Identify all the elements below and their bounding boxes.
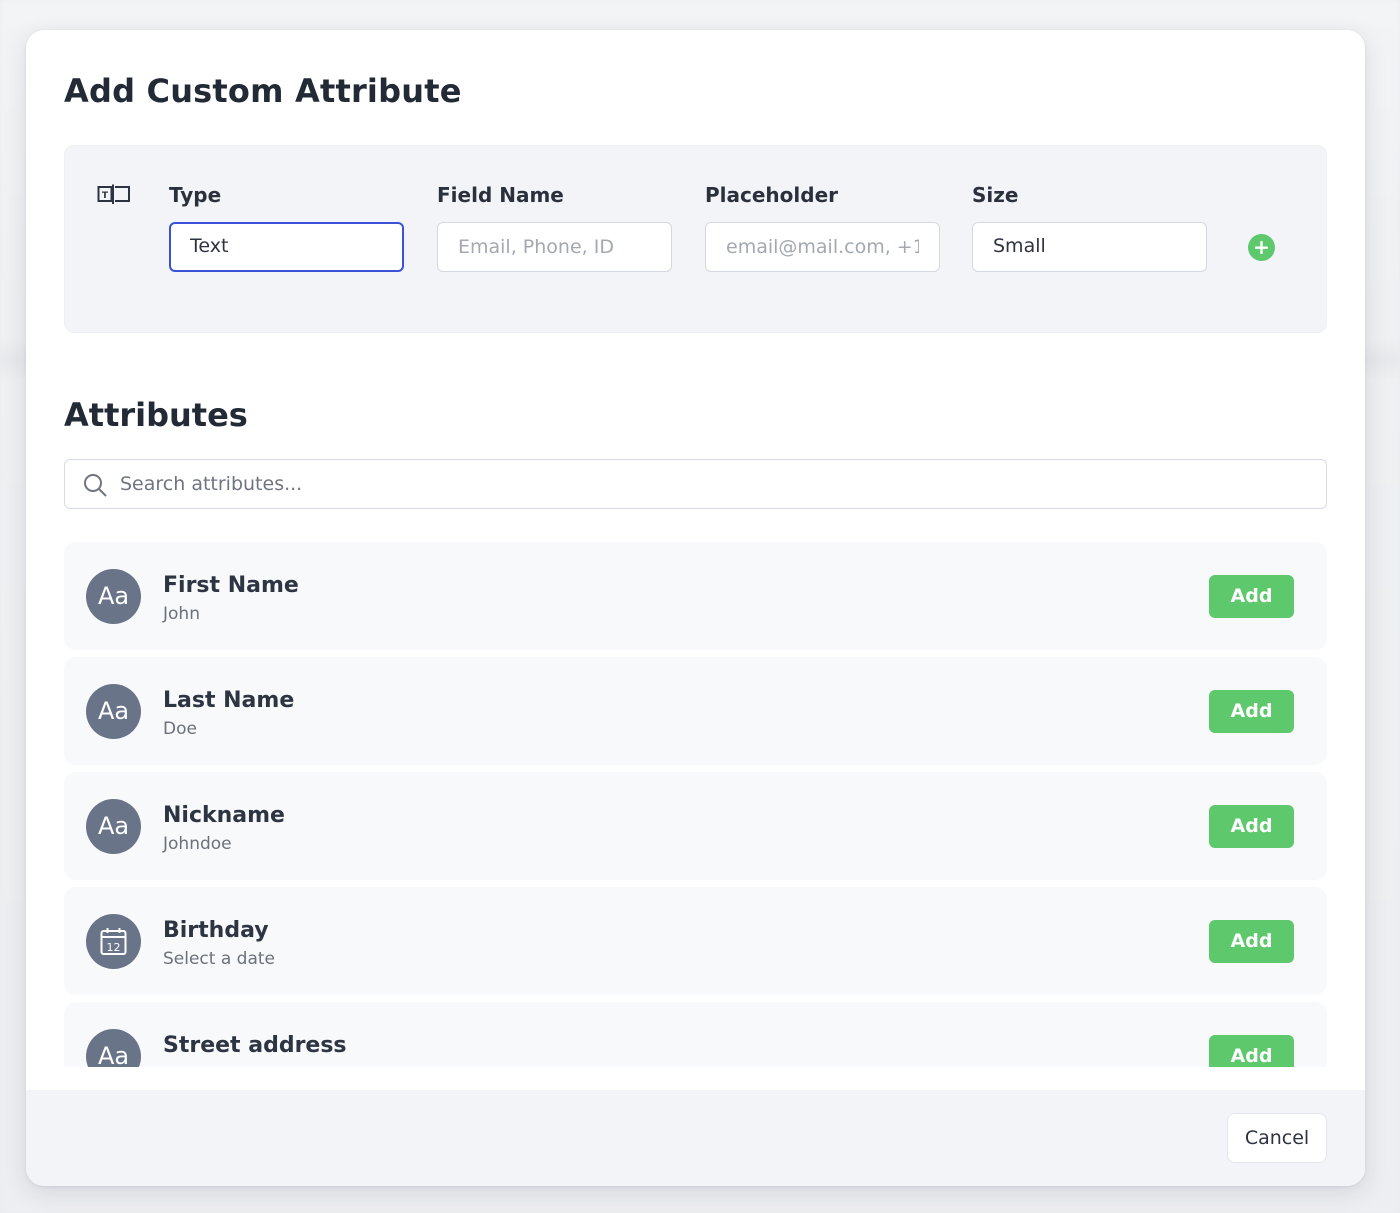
item-subtitle: John [163,604,200,624]
list-item: Aa Last Name Doe Add [64,657,1327,765]
search-icon [84,474,107,497]
add-custom-attribute-modal: Add Custom Attribute T Type Text Field N… [26,30,1365,1186]
list-item: Aa Nickname Johndoe Add [64,772,1327,880]
add-button[interactable]: Add [1209,920,1294,963]
search-input[interactable] [120,460,1310,507]
size-label: Size [972,183,1019,207]
item-subtitle: Johndoe [163,834,232,854]
add-button[interactable]: Add [1209,575,1294,618]
item-subtitle: Select a date [163,949,276,969]
text-field-icon: T [97,184,130,204]
type-input[interactable]: Text [169,222,404,272]
attributes-title: Attributes [64,396,248,434]
text-type-icon: Aa [86,799,141,854]
text-type-icon: Aa [86,684,141,739]
text-type-icon: Aa [86,1029,141,1067]
add-button[interactable]: Add [1209,1035,1294,1067]
modal-footer: Cancel [26,1090,1365,1186]
list-item: 12 Birthday Select a date Add [64,887,1327,995]
item-title: First Name [163,573,299,598]
modal-title: Add Custom Attribute [64,72,462,110]
placeholder-input[interactable] [705,222,940,272]
calendar-icon-avatar: 12 [86,914,141,969]
add-field-button[interactable]: + [1248,234,1275,261]
plus-icon: + [1253,235,1270,259]
cancel-button[interactable]: Cancel [1227,1113,1327,1163]
list-item: Aa Street address Add [64,1002,1327,1067]
add-button[interactable]: Add [1209,690,1294,733]
item-title: Nickname [163,803,285,828]
item-subtitle: Doe [163,719,197,739]
placeholder-label: Placeholder [705,183,839,207]
svg-text:T: T [102,191,109,201]
svg-text:12: 12 [107,941,121,954]
size-select[interactable]: Small [972,222,1207,272]
list-item: Aa First Name John Add [64,542,1327,650]
new-attribute-form: T Type Text Field Name Placeholder Size … [64,145,1327,333]
item-title: Last Name [163,688,295,713]
item-title: Street address [163,1033,347,1058]
item-title: Birthday [163,918,269,943]
field-name-label: Field Name [437,183,564,207]
field-name-input[interactable] [437,222,672,272]
type-label: Type [169,183,222,207]
text-type-icon: Aa [86,569,141,624]
attributes-list[interactable]: Aa First Name John Add Aa Last Name Doe … [64,542,1327,1067]
add-button[interactable]: Add [1209,805,1294,848]
calendar-icon: 12 [100,928,127,955]
search-box[interactable] [64,459,1327,509]
